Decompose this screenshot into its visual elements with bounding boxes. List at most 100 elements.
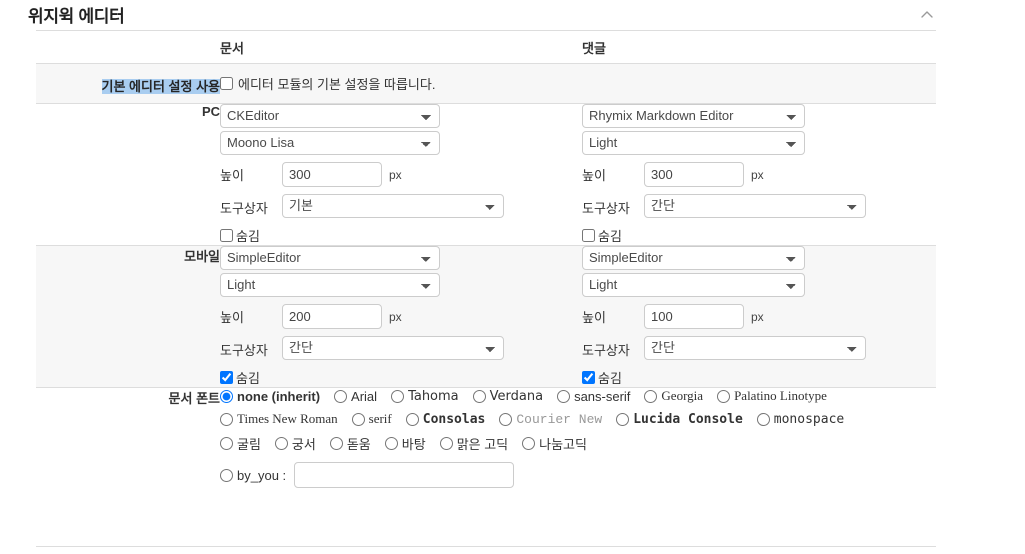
font-option-맑은-고딕[interactable]: 맑은 고딕	[439, 434, 508, 453]
font-option-label: 돋움	[346, 437, 371, 452]
font-option-monospace[interactable]: monospace	[756, 412, 844, 427]
font-radio-2-5[interactable]	[616, 412, 630, 426]
font-option-palatino-linotype[interactable]: Palatino Linotype	[717, 388, 827, 404]
chevron-up-icon[interactable]	[917, 5, 937, 25]
mobile-document-hide-field[interactable]: 숨김	[220, 368, 582, 387]
mobile-comment-editor-select[interactable]: SimpleEditor	[582, 246, 805, 270]
font-option-none-inherit-[interactable]: none (inherit)	[220, 389, 320, 404]
mobile-document-toolbar-field: 도구상자 간단	[220, 336, 582, 363]
font-option-by-you[interactable]: by_you :	[220, 468, 286, 483]
pc-document-height-label: 높이	[220, 168, 244, 183]
mobile-document-toolbar-select[interactable]: 간단	[282, 336, 504, 360]
font-option-label: Verdana	[489, 388, 544, 404]
mobile-document-hide-checkbox[interactable]	[220, 371, 233, 384]
font-option-궁서[interactable]: 궁서	[274, 434, 316, 453]
font-option-돋움[interactable]: 돋움	[329, 434, 371, 453]
document-font-radio-group: none (inherit) Arial Tahoma Verdana sans-ser…	[220, 388, 936, 453]
font-radio-1-6[interactable]	[644, 389, 658, 403]
pc-comment-toolbar-select[interactable]: 간단	[644, 194, 866, 218]
mobile-comment-hide-label[interactable]: 숨김	[598, 368, 622, 387]
pc-document-hide-checkbox[interactable]	[220, 229, 233, 242]
font-radio-2-4[interactable]	[499, 412, 513, 426]
mobile-document-editor-select[interactable]: SimpleEditor	[220, 246, 440, 270]
pc-document-hide-label[interactable]: 숨김	[236, 226, 260, 245]
column-header-blank	[36, 30, 220, 64]
pc-document-height-unit: px	[389, 167, 402, 182]
mobile-document-skin-select[interactable]: Light	[220, 273, 440, 297]
pc-document-editor-select[interactable]: CKEditor	[220, 104, 440, 128]
font-option-verdana[interactable]: Verdana	[472, 388, 544, 404]
font-radio-2-6[interactable]	[756, 412, 770, 426]
mobile-document-hide-label[interactable]: 숨김	[236, 368, 260, 387]
use-default-settings-checkbox[interactable]	[220, 77, 233, 90]
pc-comment-skin-select[interactable]: Light	[582, 131, 805, 155]
font-radio-3-1[interactable]	[220, 437, 233, 450]
column-header-comment: 댓글	[582, 30, 936, 64]
mobile-comment-toolbar-label: 도구상자	[582, 343, 630, 358]
font-option-times-new-roman[interactable]: Times New Roman	[220, 411, 338, 427]
font-radio-3-4[interactable]	[384, 437, 398, 450]
row-label-pc-text: PC	[201, 104, 220, 119]
font-radio-1-2[interactable]	[334, 389, 348, 403]
font-option-나눔고딕[interactable]: 나눔고딕	[522, 434, 587, 453]
mobile-comment-hide-checkbox[interactable]	[582, 371, 595, 384]
font-option-바탕[interactable]: 바탕	[384, 434, 426, 453]
font-radio-1-3[interactable]	[391, 389, 405, 403]
font-radio-3-6[interactable]	[522, 437, 536, 450]
pc-document-toolbar-select[interactable]: 기본	[282, 194, 504, 218]
pc-comment-hide-label[interactable]: 숨김	[598, 226, 622, 245]
mobile-comment-toolbar-select[interactable]: 간단	[644, 336, 866, 360]
mobile-document-height-label: 높이	[220, 310, 244, 325]
row-label-mobile-text: 모바일	[184, 249, 220, 264]
pc-comment-hide-checkbox[interactable]	[582, 229, 595, 242]
mobile-comment-height-label: 높이	[582, 310, 606, 325]
table-header-row: 문서 댓글	[36, 30, 936, 64]
editor-settings-table: 문서 댓글 기본 에디터 설정 사용 에디터 모듈의 기본 설정을 따릅니다.	[36, 30, 936, 488]
pc-document-cell: CKEditor Moono Lisa 높이 px 도구상자 기본	[220, 103, 582, 246]
row-label-mobile: 모바일	[36, 245, 220, 388]
font-option-굴림[interactable]: 굴림	[220, 434, 261, 453]
font-option-lucida-console[interactable]: Lucida Console	[616, 412, 743, 427]
font-options-line-1: none (inherit) Arial Tahoma Verdana sans-ser…	[220, 388, 936, 404]
mobile-comment-height-field: 높이 px	[582, 304, 936, 329]
font-radio-1-1[interactable]	[220, 389, 233, 403]
font-option-label: Courier New	[516, 411, 603, 427]
pc-comment-hide-field[interactable]: 숨김	[582, 226, 936, 245]
font-radio-3-5[interactable]	[439, 437, 453, 450]
font-radio-1-4[interactable]	[472, 389, 486, 403]
font-radio-by-you[interactable]	[220, 468, 233, 482]
table-row-default-settings: 기본 에디터 설정 사용 에디터 모듈의 기본 설정을 따릅니다.	[36, 63, 936, 104]
font-option-sans-serif[interactable]: sans-serif	[557, 389, 630, 404]
pc-document-height-input[interactable]	[282, 162, 382, 187]
use-default-settings-label[interactable]: 에디터 모듈의 기본 설정을 따릅니다.	[238, 74, 435, 93]
mobile-document-cell: SimpleEditor Light 높이 px 도구상자 간단	[220, 245, 582, 388]
font-option-label: 나눔고딕	[539, 437, 587, 452]
font-radio-3-2[interactable]	[274, 437, 288, 450]
font-radio-3-3[interactable]	[329, 437, 343, 450]
document-font-custom-input[interactable]	[294, 462, 515, 488]
pc-document-skin-select[interactable]: Moono Lisa	[220, 131, 440, 155]
pc-document-hide-field[interactable]: 숨김	[220, 226, 582, 245]
font-radio-2-1[interactable]	[220, 412, 233, 426]
font-radio-1-7[interactable]	[717, 389, 731, 403]
mobile-document-height-input[interactable]	[282, 304, 382, 329]
font-radio-1-5[interactable]	[557, 389, 571, 403]
use-default-settings-field[interactable]: 에디터 모듈의 기본 설정을 따릅니다.	[220, 73, 936, 93]
mobile-comment-hide-field[interactable]: 숨김	[582, 368, 936, 387]
mobile-comment-height-input[interactable]	[644, 304, 744, 329]
mobile-comment-skin-select[interactable]: Light	[582, 273, 805, 297]
pc-comment-height-input[interactable]	[644, 162, 744, 187]
pc-comment-toolbar-label: 도구상자	[582, 201, 630, 216]
font-option-serif[interactable]: serif	[351, 411, 392, 427]
pc-comment-editor-select[interactable]: Rhymix Markdown Editor	[582, 104, 805, 128]
font-option-consolas[interactable]: Consolas	[405, 412, 485, 427]
font-option-courier-new[interactable]: Courier New	[499, 412, 602, 427]
font-option-tahoma[interactable]: Tahoma	[391, 389, 459, 404]
font-radio-2-2[interactable]	[351, 412, 365, 426]
font-radio-2-3[interactable]	[405, 412, 419, 426]
column-header-document: 문서	[220, 30, 582, 64]
pc-document-toolbar-label: 도구상자	[220, 201, 268, 216]
font-option-georgia[interactable]: Georgia	[644, 388, 703, 404]
section-header: 위지윅 에디터	[0, 0, 1025, 30]
font-option-arial[interactable]: Arial	[334, 389, 377, 404]
